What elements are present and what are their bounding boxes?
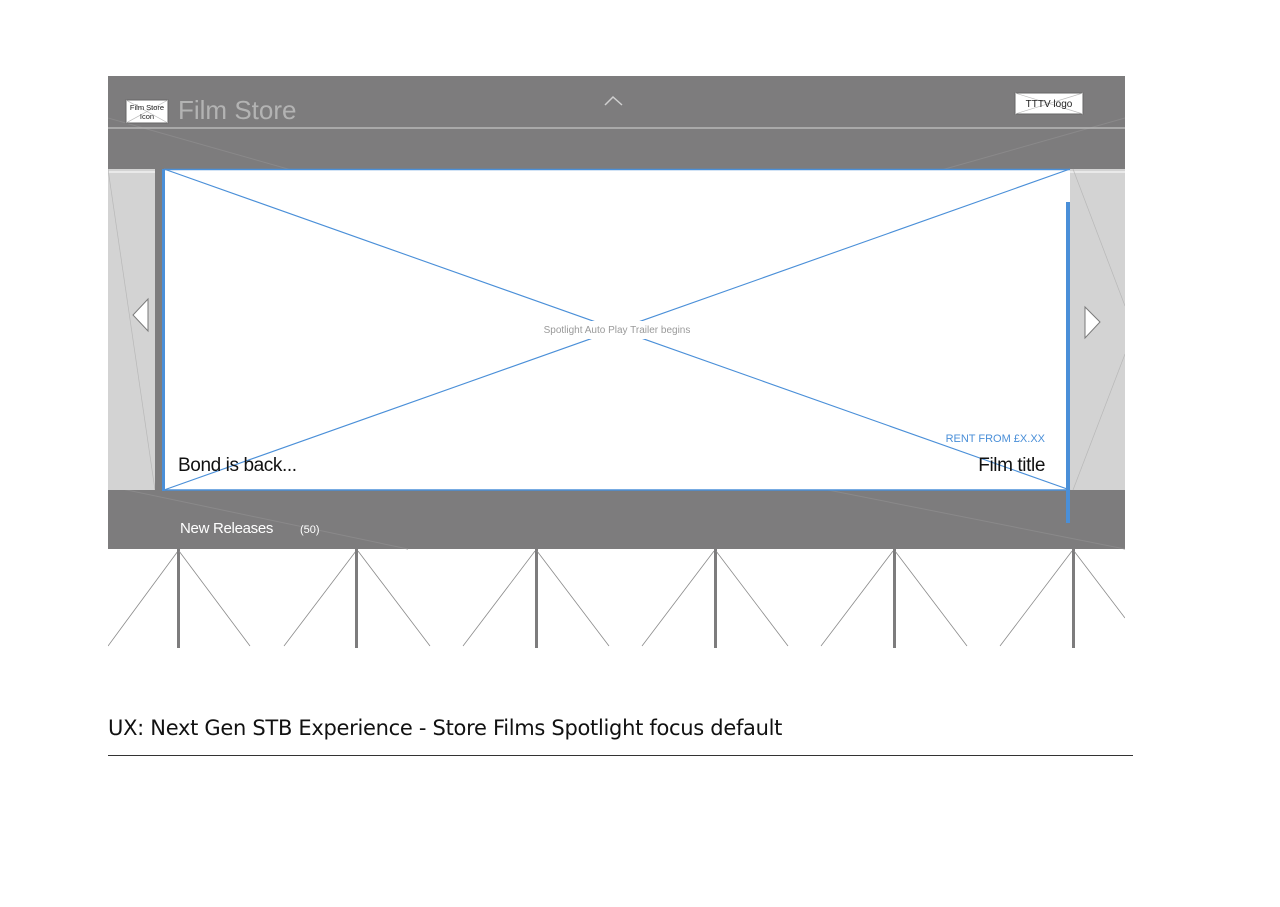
wireframe-caption: UX: Next Gen STB Experience - Store Film… [108,716,783,740]
price-text: RENT FROM £X.XX [946,433,1046,445]
film-store-icon: Film Store Icon [125,99,169,124]
spotlight-tagline: Bond is back... [178,455,297,476]
rail-tile[interactable] [283,549,431,648]
film-store-icon-label-1: Film Store [130,103,164,112]
previous-spotlight-panel[interactable] [108,168,163,491]
rail-count: (50) [300,524,320,536]
rail-tiles [108,549,1125,648]
rail-tile[interactable] [999,549,1125,648]
rail-title[interactable]: New Releases [180,520,273,537]
tttv-logo-label: TTTV logo [1026,99,1073,110]
store-title: Film Store [178,95,296,125]
spotlight-focus-left-bar [162,169,165,491]
film-store-icon-label-2: Icon [140,112,154,121]
tttv-logo: TTTV logo [1014,92,1084,115]
rail-tile[interactable] [108,549,251,648]
caption-divider [108,755,1133,756]
rail-tile[interactable] [462,549,610,648]
spotlight-focus-right-bar [1066,202,1070,523]
rail-tile[interactable] [641,549,789,648]
rail-tile[interactable] [820,549,968,648]
spotlight-card[interactable]: Spotlight Auto Play Trailer begins RENT … [162,168,1071,523]
film-title: Film title [978,455,1045,476]
trailer-placeholder-text: Spotlight Auto Play Trailer begins [544,325,691,336]
next-spotlight-panel[interactable] [1070,168,1125,491]
store-films-screen: Film Store Icon Film Store TTTV logo Spo [108,76,1125,648]
